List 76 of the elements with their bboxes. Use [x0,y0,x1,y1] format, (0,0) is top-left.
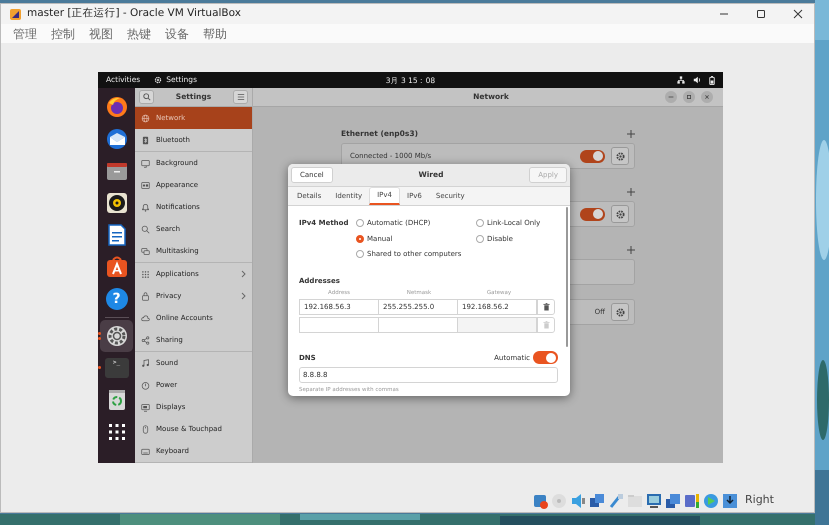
search-icon [142,93,150,101]
menu-button[interactable] [233,90,248,104]
input-field[interactable] [299,317,379,334]
window-title: master [正在运行] - Oracle VM VirtualBox [27,6,241,22]
menu-icon [236,93,244,101]
help-icon[interactable]: ? [106,288,128,310]
volume-icon[interactable] [693,76,701,84]
gear-icon [616,308,624,316]
search-icon [141,224,150,234]
close-icon [793,9,803,19]
shopping-bag-icon[interactable] [104,255,128,279]
radio-button[interactable] [356,234,364,243]
menu-item[interactable]: 管理 [6,24,44,42]
gear-icon [616,210,624,218]
close-icon [703,93,711,101]
power-icon [141,380,150,390]
mail-icon[interactable] [104,127,128,151]
plus-icon [627,188,635,196]
browser-icon[interactable] [104,95,128,119]
mouse-icon [141,424,150,434]
windows-icon [141,246,150,256]
launcher-button[interactable]: ? [100,283,133,315]
plus-icon [627,130,635,138]
lock-icon [141,292,150,300]
toggle-switch[interactable] [580,150,605,162]
network-icon[interactable] [677,76,685,84]
add-button[interactable] [627,246,635,254]
globe-icon [141,114,150,122]
trash-icon [542,321,550,330]
restore-icon [685,93,693,101]
delete-button[interactable] [537,299,555,316]
speaker-icon[interactable] [104,191,128,215]
menu-item[interactable]: 视图 [82,24,120,42]
input-field[interactable] [378,317,458,334]
bluetooth-icon [141,136,150,144]
settings-button[interactable] [611,205,629,223]
radio-button[interactable] [356,219,364,228]
maximize-icon [756,9,766,19]
add-button[interactable] [627,130,635,138]
bell-icon [141,202,150,212]
maximize-button[interactable] [683,91,695,103]
settings-icon[interactable] [104,324,128,348]
download-icon[interactable] [722,492,738,508]
menu-item[interactable]: 帮助 [196,24,234,42]
plus-icon [627,246,635,254]
toggle-switch[interactable] [580,208,605,220]
app-logo-icon [9,8,22,20]
dots-grid-icon [141,270,150,278]
keyboard-icon [141,446,150,456]
add-button[interactable] [627,188,635,196]
gear-icon [154,76,162,84]
settings-button[interactable] [611,303,629,321]
toggle-switch[interactable] [533,351,558,364]
menu-item[interactable]: 设备 [158,24,196,42]
radio-button[interactable] [476,219,484,228]
launcher-button[interactable] [100,320,133,352]
network-adapter-icon[interactable] [589,492,605,508]
share-icon [141,336,150,344]
settings-button[interactable] [611,147,629,165]
gear-icon [616,152,624,160]
host-key-label: Right [745,492,774,508]
music-note-icon [141,358,150,368]
monitor-icon[interactable] [646,492,662,508]
monitor-icon [141,158,150,168]
appearance-icon [141,180,150,190]
display-icon [141,402,150,412]
radio-button[interactable] [476,234,484,243]
scrollbar[interactable] [566,207,568,347]
battery-icon[interactable] [709,76,715,84]
menu-item[interactable]: 控制 [44,24,82,42]
windows-icon[interactable] [665,492,681,508]
menu-item[interactable]: 热键 [120,24,158,42]
trash-icon [542,303,550,312]
cloud-icon [141,314,150,322]
radio-button[interactable] [356,250,364,258]
search-button[interactable] [139,90,154,104]
